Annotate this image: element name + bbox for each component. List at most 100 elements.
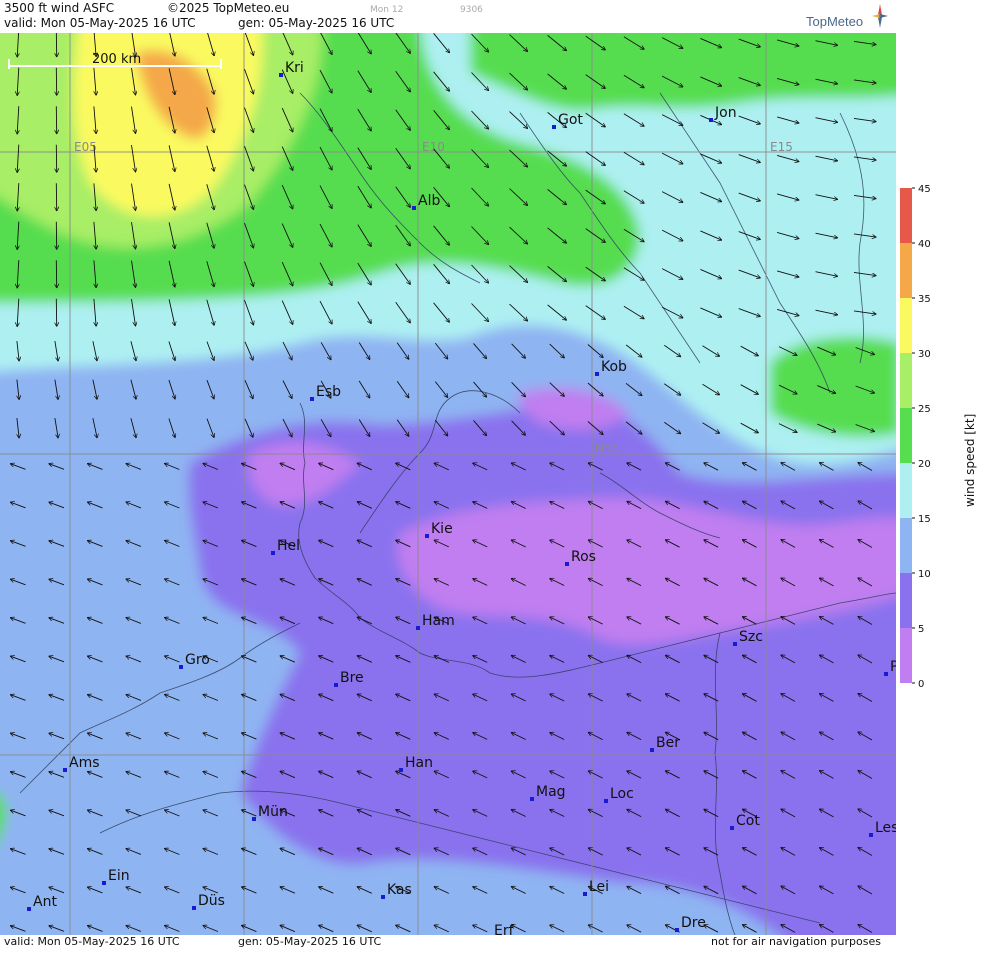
footer-valid-time: valid: Mon 05-May-2025 16 UTC — [4, 935, 180, 948]
city-marker — [271, 551, 275, 555]
legend-tick-label: 0 — [918, 679, 924, 690]
city-label: Mün — [258, 804, 288, 820]
city-marker — [869, 833, 873, 837]
grid-label-e15: E15 — [770, 140, 793, 154]
map-title: 3500 ft wind ASFC — [4, 1, 114, 15]
scale-bar: 200 km — [8, 53, 222, 69]
legend-tick-label: 10 — [918, 569, 931, 580]
city-label: Mag — [536, 784, 566, 800]
city-marker — [425, 534, 429, 538]
legend-color-bin — [900, 353, 912, 408]
city-marker — [63, 768, 67, 772]
wind-speed-field — [0, 33, 896, 935]
legend-tick-label: 45 — [918, 184, 931, 195]
city-marker — [334, 683, 338, 687]
city-label: Dre — [681, 915, 706, 931]
city-marker — [252, 817, 256, 821]
city-marker — [399, 768, 403, 772]
city-marker — [595, 372, 599, 376]
city-label: Düs — [198, 893, 225, 909]
city-marker — [412, 206, 416, 210]
city-label: Ham — [422, 613, 455, 629]
city-label: Loc — [610, 786, 634, 802]
city-marker — [675, 928, 679, 932]
city-label: Kob — [601, 359, 627, 375]
city-label: Alb — [418, 193, 440, 209]
legend-title: wind speed [kt] — [963, 414, 977, 507]
compass-logo-icon — [872, 4, 888, 28]
city-marker — [102, 881, 106, 885]
legend-tick-label: 30 — [918, 349, 931, 360]
legend-tick-label: 25 — [918, 404, 931, 415]
legend-panel: 0 5 10 15 20 25 30 35 40 45 wind speed [kt] — [896, 33, 989, 949]
legend-color-bin — [900, 243, 912, 298]
city-marker — [179, 665, 183, 669]
city-label: Kie — [431, 521, 453, 537]
legend-color-bin — [900, 188, 912, 243]
city-label: Erf — [494, 923, 515, 935]
city-label: Bre — [340, 670, 364, 686]
city-marker — [192, 906, 196, 910]
city-marker — [279, 73, 283, 77]
city-marker — [709, 118, 713, 122]
city-label: Kri — [285, 60, 304, 76]
footer-bar: valid: Mon 05-May-2025 16 UTC gen: 05-Ma… — [0, 935, 989, 949]
city-ham[interactable]: Ham — [416, 613, 455, 630]
city-marker — [27, 907, 31, 911]
legend-color-bin — [900, 518, 912, 573]
wind-speed-legend: 0 5 10 15 20 25 30 35 40 45 wind speed [kt] — [896, 33, 989, 949]
faint-code-label: 9306 — [460, 5, 483, 15]
city-label: Les — [875, 820, 896, 836]
city-label: Ant — [33, 894, 57, 910]
wind-map[interactable]: E05 E10 E15 N55 Kri Got Jon Alb Kob Esb Kie Hel… — [0, 33, 896, 935]
footer-generated-time: gen: 05-May-2025 16 UTC — [238, 935, 381, 948]
city-label: Jon — [714, 105, 737, 121]
scale-bar-label: 200 km — [92, 52, 141, 67]
city-marker — [884, 672, 888, 676]
grid-label-e05: E05 — [74, 140, 97, 154]
city-marker — [530, 797, 534, 801]
city-marker — [565, 562, 569, 566]
legend-tick-label: 35 — [918, 294, 931, 305]
legend-tick-label: 20 — [918, 459, 931, 470]
city-label: Lei — [589, 879, 609, 895]
city-label: Got — [558, 112, 583, 128]
city-mün[interactable]: Mün — [252, 804, 288, 821]
city-label: Gro — [185, 652, 210, 668]
field-20-25kt-east — [770, 337, 896, 437]
city-marker — [733, 642, 737, 646]
scale-tick — [220, 59, 222, 69]
city-label: Cot — [736, 813, 760, 829]
legend-color-bin — [900, 463, 912, 518]
city-mag[interactable]: Mag — [530, 784, 566, 801]
footer-disclaimer: not for air navigation purposes — [711, 935, 881, 948]
city-han[interactable]: Han — [399, 755, 433, 772]
scale-tick — [8, 59, 10, 69]
legend-color-bin — [900, 573, 912, 628]
topmeteo-logo[interactable]: TopMeteo — [806, 14, 863, 29]
generated-time: gen: 05-May-2025 16 UTC — [238, 16, 394, 30]
legend-tick-label: 40 — [918, 239, 931, 250]
grid-label-n55: N55 — [595, 441, 619, 455]
legend-color-bin — [900, 408, 912, 463]
city-marker — [381, 895, 385, 899]
city-label: Esb — [316, 384, 341, 400]
city-label: Ein — [108, 868, 130, 884]
city-ams[interactable]: Ams — [63, 755, 100, 772]
city-label: Kas — [387, 882, 412, 898]
city-label: Hel — [277, 538, 300, 554]
grid-label-e10: E10 — [422, 140, 445, 154]
valid-time: valid: Mon 05-May-2025 16 UTC — [4, 16, 195, 30]
legend-color-bin — [900, 628, 912, 683]
legend-color-bin — [900, 298, 912, 353]
city-label: Han — [405, 755, 433, 771]
city-label: Szc — [739, 629, 763, 645]
city-label: Ber — [656, 735, 680, 751]
legend-tick-label: 5 — [918, 624, 924, 635]
city-label: Ams — [69, 755, 100, 771]
copyright-text: ©2025 TopMeteo.eu — [167, 1, 289, 15]
city-marker — [604, 799, 608, 803]
city-marker — [552, 125, 556, 129]
city-marker — [730, 826, 734, 830]
legend-tick-label: 15 — [918, 514, 931, 525]
